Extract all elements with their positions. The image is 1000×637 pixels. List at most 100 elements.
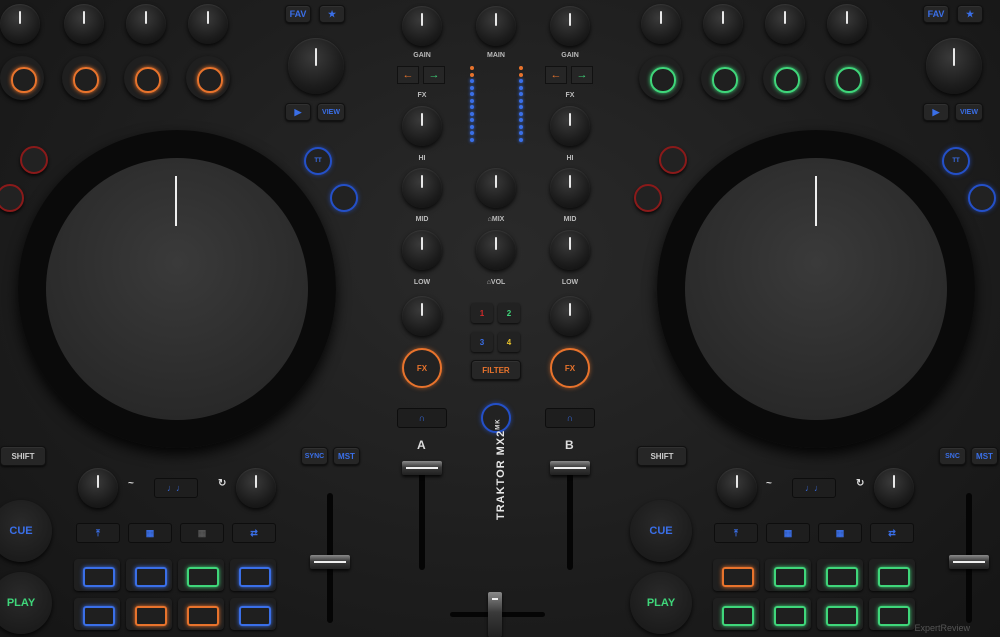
right-fx-knob-1[interactable] — [641, 4, 681, 44]
left-music-button[interactable]: ♩♩ — [154, 478, 198, 498]
left-mode-button-4[interactable]: ⇄ — [232, 523, 276, 543]
left-pad-6[interactable] — [126, 598, 172, 630]
right-view-button[interactable]: VIEW — [955, 103, 983, 121]
headphone-a-button[interactable]: ∩ — [397, 408, 447, 428]
left-fx-knob-2[interactable] — [64, 4, 104, 44]
fx-assign-3[interactable]: 3 — [471, 332, 493, 352]
right-mode-button-3[interactable]: ▦ — [818, 523, 862, 543]
right-tt-button[interactable]: TT — [942, 147, 970, 175]
fx-assign-4[interactable]: 4 — [498, 332, 520, 352]
low-knob-a[interactable] — [402, 296, 442, 336]
right-play-button[interactable]: PLAY — [630, 572, 692, 634]
left-pitch-fader[interactable] — [310, 555, 350, 569]
left-fx-knob-1[interactable] — [0, 4, 40, 44]
right-pad-8[interactable] — [869, 598, 915, 630]
left-play-button[interactable]: PLAY — [0, 572, 52, 634]
left-mst-button[interactable]: MST — [333, 447, 360, 465]
right-shift-button[interactable]: SHIFT — [637, 446, 687, 466]
right-fx-button-3[interactable] — [763, 56, 807, 100]
right-fx-knob-4[interactable] — [827, 4, 867, 44]
left-red-button-2[interactable] — [0, 184, 24, 212]
right-sync-button[interactable]: SNC — [939, 447, 966, 465]
right-pad-7[interactable] — [817, 598, 863, 630]
hi-knob-b[interactable] — [550, 168, 590, 208]
left-pad-1[interactable] — [74, 559, 120, 591]
left-fx-button-3[interactable] — [124, 56, 168, 100]
gain-knob-a[interactable] — [402, 6, 442, 46]
left-loop-knob-1[interactable] — [78, 468, 118, 508]
right-star-button[interactable]: ★ — [957, 5, 983, 23]
left-play-small-button[interactable]: ▶ — [285, 103, 311, 121]
right-loop-knob-1[interactable] — [717, 468, 757, 508]
right-music-button[interactable]: ♩♩ — [792, 478, 836, 498]
headphone-b-button[interactable]: ∩ — [545, 408, 595, 428]
left-pad-2[interactable] — [126, 559, 172, 591]
right-arrow-b-button[interactable]: → — [571, 66, 593, 84]
right-pad-2[interactable] — [765, 559, 811, 591]
left-fx-knob-4[interactable] — [188, 4, 228, 44]
right-pitch-fader[interactable] — [949, 555, 989, 569]
right-arrow-a-button[interactable]: → — [423, 66, 445, 84]
left-shift-button[interactable]: SHIFT — [0, 446, 46, 466]
right-fx-button-4[interactable] — [825, 56, 869, 100]
hi-knob-a[interactable] — [402, 168, 442, 208]
main-knob[interactable] — [476, 6, 516, 46]
gain-knob-b[interactable] — [550, 6, 590, 46]
left-mode-button-1[interactable]: ⤒ — [76, 523, 120, 543]
cue-mix-knob[interactable] — [476, 168, 516, 208]
left-sync-button[interactable]: SYNC — [301, 447, 328, 465]
left-star-button[interactable]: ★ — [319, 5, 345, 23]
left-arrow-a-button[interactable]: ← — [397, 66, 419, 84]
right-mst-button[interactable]: MST — [971, 447, 998, 465]
mid-knob-a[interactable] — [402, 230, 442, 270]
left-mode-button-2[interactable]: ▦ — [128, 523, 172, 543]
right-loop-knob-2[interactable] — [874, 468, 914, 508]
fx-assign-2[interactable]: 2 — [498, 303, 520, 323]
left-view-button[interactable]: VIEW — [317, 103, 345, 121]
left-mode-button-3[interactable]: ▦ — [180, 523, 224, 543]
right-mode-button-4[interactable]: ⇄ — [870, 523, 914, 543]
right-fx-knob-3[interactable] — [765, 4, 805, 44]
mid-knob-b[interactable] — [550, 230, 590, 270]
right-play-small-button[interactable]: ▶ — [923, 103, 949, 121]
left-pad-7[interactable] — [178, 598, 224, 630]
fx-button-a[interactable]: FX — [402, 348, 442, 388]
fx-knob-b[interactable] — [550, 106, 590, 146]
left-fx-button-2[interactable] — [62, 56, 106, 100]
right-browse-knob[interactable] — [926, 38, 982, 94]
right-blue-button-2[interactable] — [968, 184, 996, 212]
left-fx-button-4[interactable] — [186, 56, 230, 100]
left-browse-knob[interactable] — [288, 38, 344, 94]
fx-knob-a[interactable] — [402, 106, 442, 146]
right-fx-button-2[interactable] — [701, 56, 745, 100]
left-pad-4[interactable] — [230, 559, 276, 591]
left-blue-button-2[interactable] — [330, 184, 358, 212]
right-pad-3[interactable] — [817, 559, 863, 591]
crossfader[interactable] — [488, 592, 502, 637]
left-pad-5[interactable] — [74, 598, 120, 630]
right-fav-button[interactable]: FAV — [923, 5, 949, 23]
right-mode-button-2[interactable]: ▦ — [766, 523, 810, 543]
fx-button-b[interactable]: FX — [550, 348, 590, 388]
right-pad-6[interactable] — [765, 598, 811, 630]
right-mode-button-1[interactable]: ⤒ — [714, 523, 758, 543]
left-tt-button[interactable]: TT — [304, 147, 332, 175]
right-red-button-1[interactable] — [659, 146, 687, 174]
channel-b-fader[interactable] — [550, 461, 590, 475]
right-pad-5[interactable] — [713, 598, 759, 630]
right-pad-1[interactable] — [713, 559, 759, 591]
left-fx-knob-3[interactable] — [126, 4, 166, 44]
left-pad-8[interactable] — [230, 598, 276, 630]
left-cue-button[interactable]: CUE — [0, 500, 52, 562]
right-pad-4[interactable] — [869, 559, 915, 591]
left-loop-knob-2[interactable] — [236, 468, 276, 508]
left-fx-button-1[interactable] — [0, 56, 44, 100]
right-red-button-2[interactable] — [634, 184, 662, 212]
right-fx-knob-2[interactable] — [703, 4, 743, 44]
left-arrow-b-button[interactable]: ← — [545, 66, 567, 84]
low-knob-b[interactable] — [550, 296, 590, 336]
left-pad-3[interactable] — [178, 559, 224, 591]
cue-vol-knob[interactable] — [476, 230, 516, 270]
right-cue-button[interactable]: CUE — [630, 500, 692, 562]
filter-button[interactable]: FILTER — [471, 360, 521, 380]
